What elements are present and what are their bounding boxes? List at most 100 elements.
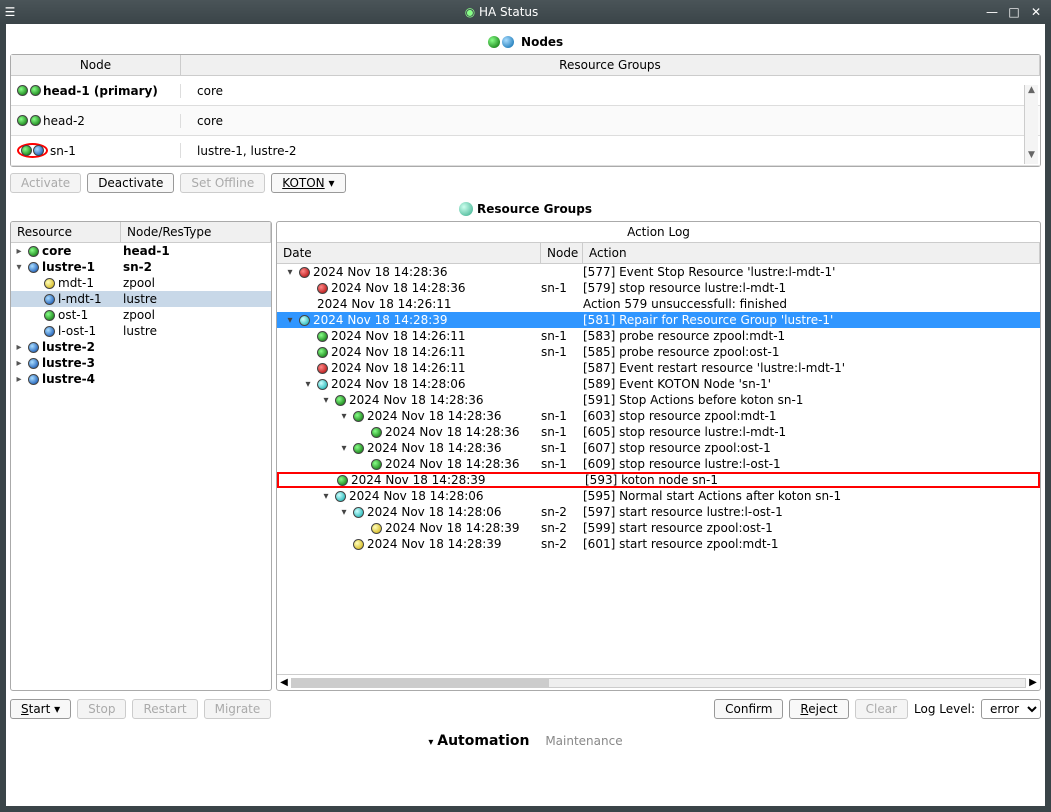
status-dot bbox=[371, 459, 382, 470]
automation-label[interactable]: Automation bbox=[437, 733, 529, 749]
status-dot bbox=[353, 411, 364, 422]
nodes-section-title: Nodes bbox=[10, 32, 1041, 50]
maintenance-label[interactable]: Maintenance bbox=[545, 734, 622, 748]
tree-header-resource[interactable]: Resource bbox=[11, 222, 121, 242]
migrate-button: Migrate bbox=[204, 699, 272, 719]
status-dot bbox=[371, 523, 382, 534]
tree-row[interactable]: ost-1zpool bbox=[11, 307, 271, 323]
log-row[interactable]: ▾2024 Nov 18 14:28:39[581] Repair for Re… bbox=[277, 312, 1040, 328]
status-dot bbox=[44, 326, 55, 337]
nodes-header-node[interactable]: Node bbox=[11, 55, 181, 75]
log-row[interactable]: 2024 Nov 18 14:26:11sn-1[583] probe reso… bbox=[277, 328, 1040, 344]
titlebar: ☰ ◉ HA Status — □ ✕ bbox=[0, 0, 1051, 24]
status-dot bbox=[33, 145, 44, 156]
status-dot bbox=[28, 342, 39, 353]
status-dot bbox=[44, 278, 55, 289]
nodes-row[interactable]: head-2core bbox=[11, 106, 1040, 136]
nodes-scrollbar[interactable]: ▲ ▼ bbox=[1024, 85, 1038, 164]
nodes-table: Node Resource Groups head-1 (primary)cor… bbox=[10, 54, 1041, 167]
reject-button[interactable]: Reject bbox=[789, 699, 848, 719]
log-header-date[interactable]: Date bbox=[277, 243, 541, 263]
loglevel-label: Log Level: bbox=[914, 702, 975, 716]
log-row[interactable]: 2024 Nov 18 14:26:11sn-1[585] probe reso… bbox=[277, 344, 1040, 360]
status-dot bbox=[30, 115, 41, 126]
stop-button: Stop bbox=[77, 699, 126, 719]
nodes-header-rg[interactable]: Resource Groups bbox=[181, 55, 1040, 75]
log-row[interactable]: ▾2024 Nov 18 14:28:06[595] Normal start … bbox=[277, 488, 1040, 504]
status-dot bbox=[28, 262, 39, 273]
koton-button[interactable]: KOTON bbox=[271, 173, 345, 193]
log-row[interactable]: ▾2024 Nov 18 14:28:36[591] Stop Actions … bbox=[277, 392, 1040, 408]
log-row[interactable]: ▾2024 Nov 18 14:28:06[589] Event KOTON N… bbox=[277, 376, 1040, 392]
status-dot bbox=[353, 443, 364, 454]
tree-row[interactable]: l-ost-1lustre bbox=[11, 323, 271, 339]
status-dot bbox=[337, 475, 348, 486]
nodes-row[interactable]: sn-1lustre-1, lustre-2 bbox=[11, 136, 1040, 166]
tree-header-node[interactable]: Node/ResType bbox=[121, 222, 271, 242]
status-dot bbox=[317, 283, 328, 294]
activate-button: Activate bbox=[10, 173, 81, 193]
log-row[interactable]: ▾2024 Nov 18 14:28:36[577] Event Stop Re… bbox=[277, 264, 1040, 280]
tree-row[interactable]: ▸lustre-2 bbox=[11, 339, 271, 355]
status-dot bbox=[317, 379, 328, 390]
status-dot bbox=[335, 395, 346, 406]
action-log-title: Action Log bbox=[277, 222, 1040, 243]
deactivate-button[interactable]: Deactivate bbox=[87, 173, 174, 193]
set-offline-button: Set Offline bbox=[180, 173, 265, 193]
status-dot bbox=[28, 374, 39, 385]
status-dot bbox=[299, 267, 310, 278]
confirm-button[interactable]: Confirm bbox=[714, 699, 783, 719]
status-dot bbox=[30, 85, 41, 96]
status-dot bbox=[353, 507, 364, 518]
log-row[interactable]: 2024 Nov 18 14:28:39[593] koton node sn-… bbox=[277, 472, 1040, 488]
tree-row[interactable]: ▾lustre-1sn-2 bbox=[11, 259, 271, 275]
log-row[interactable]: ▾2024 Nov 18 14:28:06sn-2[597] start res… bbox=[277, 504, 1040, 520]
log-row[interactable]: 2024 Nov 18 14:28:36sn-1[609] stop resou… bbox=[277, 456, 1040, 472]
status-dot bbox=[317, 347, 328, 358]
status-dot bbox=[17, 85, 28, 96]
resource-tree[interactable]: Resource Node/ResType ▸corehead-1▾lustre… bbox=[10, 221, 272, 691]
status-dot bbox=[353, 539, 364, 550]
app-menu-icon[interactable]: ☰ bbox=[0, 5, 20, 19]
status-dot bbox=[371, 427, 382, 438]
status-dot bbox=[21, 145, 32, 156]
log-row[interactable]: ▾2024 Nov 18 14:28:36sn-1[603] stop reso… bbox=[277, 408, 1040, 424]
close-icon[interactable]: ✕ bbox=[1027, 4, 1045, 20]
loglevel-select[interactable]: error bbox=[981, 699, 1041, 719]
resource-groups-title: Resource Groups bbox=[10, 199, 1041, 217]
tree-row[interactable]: ▸corehead-1 bbox=[11, 243, 271, 259]
status-dot bbox=[44, 310, 55, 321]
window-title: HA Status bbox=[479, 5, 538, 19]
status-dot bbox=[317, 363, 328, 374]
tree-row[interactable]: ▸lustre-3 bbox=[11, 355, 271, 371]
status-dot bbox=[44, 294, 55, 305]
status-dot bbox=[17, 115, 28, 126]
tree-row[interactable]: mdt-1zpool bbox=[11, 275, 271, 291]
maximize-icon[interactable]: □ bbox=[1005, 4, 1023, 20]
log-row[interactable]: 2024 Nov 18 14:26:11[587] Event restart … bbox=[277, 360, 1040, 376]
status-dot bbox=[28, 358, 39, 369]
log-header-action[interactable]: Action bbox=[583, 243, 1040, 263]
clear-button: Clear bbox=[855, 699, 908, 719]
log-row[interactable]: ▾2024 Nov 18 14:28:36sn-1[607] stop reso… bbox=[277, 440, 1040, 456]
log-header-node[interactable]: Node bbox=[541, 243, 583, 263]
tree-row[interactable]: ▸lustre-4 bbox=[11, 371, 271, 387]
log-row[interactable]: 2024 Nov 18 14:28:36sn-1[605] stop resou… bbox=[277, 424, 1040, 440]
log-row[interactable]: 2024 Nov 18 14:28:39sn-2[599] start reso… bbox=[277, 520, 1040, 536]
status-dot bbox=[335, 491, 346, 502]
status-dot bbox=[299, 315, 310, 326]
action-log-panel: Action Log Date Node Action ▾2024 Nov 18… bbox=[276, 221, 1041, 691]
log-row[interactable]: 2024 Nov 18 14:28:36sn-1[579] stop resou… bbox=[277, 280, 1040, 296]
status-dot bbox=[28, 246, 39, 257]
nodes-row[interactable]: head-1 (primary)core bbox=[11, 76, 1040, 106]
log-row[interactable]: 2024 Nov 18 14:26:11Action 579 unsuccess… bbox=[277, 296, 1040, 312]
tree-row[interactable]: l-mdt-1lustre bbox=[11, 291, 271, 307]
status-dot bbox=[317, 331, 328, 342]
minimize-icon[interactable]: — bbox=[983, 4, 1001, 20]
restart-button: Restart bbox=[132, 699, 197, 719]
chevron-down-icon[interactable]: ▾ bbox=[428, 737, 433, 748]
log-body[interactable]: ▾2024 Nov 18 14:28:36[577] Event Stop Re… bbox=[277, 264, 1040, 674]
log-hscrollbar[interactable]: ◀ ▶ bbox=[277, 674, 1040, 690]
start-button[interactable]: Start bbox=[10, 699, 71, 719]
log-row[interactable]: 2024 Nov 18 14:28:39sn-2[601] start reso… bbox=[277, 536, 1040, 552]
